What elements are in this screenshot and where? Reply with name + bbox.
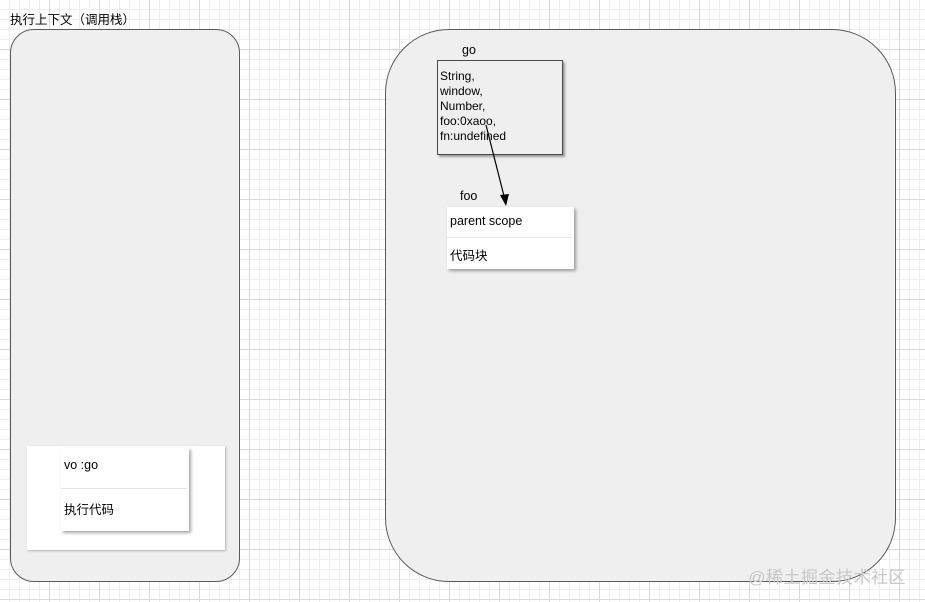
parent-scope-label: parent scope [450,214,523,228]
execute-code-label: 执行代码 [64,503,115,517]
global-execution-context: vo :go 执行代码 [61,448,189,531]
diagram-title: 执行上下文（调用栈） [10,13,136,27]
divider [61,488,187,489]
go-line: Number, [440,99,486,113]
vo-label: vo :go [64,458,99,472]
go-line: String, [440,69,475,83]
foo-label: foo [460,189,478,203]
go-label: go [462,43,476,57]
code-block-label: 代码块 [450,249,488,263]
go-line: window, [440,84,483,98]
foo-function-object: parent scope 代码块 [447,207,574,269]
go-line: fn:undefined [440,129,507,143]
go-line: foo:0xaoo, [440,114,497,128]
global-object-box: String, window, Number, foo:0xaoo, fn:un… [437,60,563,155]
watermark: @稀土掘金技术社区 [748,568,906,587]
divider [447,237,572,238]
